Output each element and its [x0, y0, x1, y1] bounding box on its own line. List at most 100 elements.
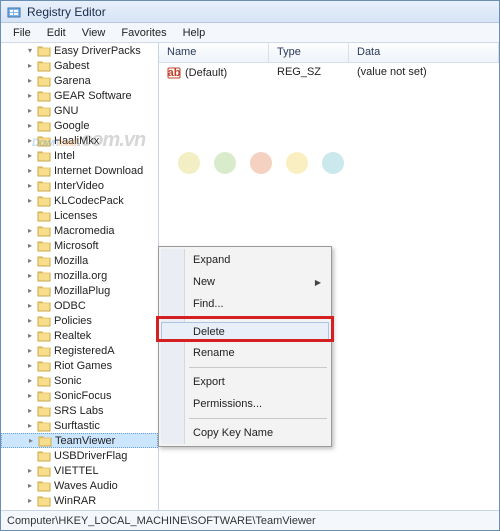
ctx-delete[interactable]: Delete: [161, 322, 329, 342]
expander-icon[interactable]: ▸: [25, 391, 35, 401]
folder-icon: [37, 45, 51, 57]
tree-item-registereda[interactable]: ▸RegisteredA: [1, 343, 158, 358]
tree-scrollview[interactable]: ▾Easy DriverPacks▸Gabest▸Garena▸GEAR Sof…: [1, 43, 158, 510]
folder-icon: [37, 285, 51, 297]
tree-item-label: KLCodecPack: [54, 195, 124, 207]
tree-item-macromedia[interactable]: ▸Macromedia: [1, 223, 158, 238]
titlebar[interactable]: Registry Editor: [1, 1, 499, 23]
folder-icon: [37, 165, 51, 177]
statusbar: Computer\HKEY_LOCAL_MACHINE\SOFTWARE\Tea…: [1, 510, 499, 530]
tree-item-riot-games[interactable]: ▸ Riot Games: [1, 358, 158, 373]
ctx-copy-key-name[interactable]: Copy Key Name: [161, 422, 329, 444]
tree-item-odbc[interactable]: ▸ODBC: [1, 298, 158, 313]
expander-icon[interactable]: ▸: [25, 286, 35, 296]
ctx-permissions[interactable]: Permissions...: [161, 393, 329, 415]
expander-icon[interactable]: ▸: [25, 346, 35, 356]
expander-icon[interactable]: ▸: [25, 61, 35, 71]
menu-favorites[interactable]: Favorites: [113, 25, 174, 41]
tree-item-gnu[interactable]: ▸GNU: [1, 103, 158, 118]
tree-item-srs-labs[interactable]: ▸SRS Labs: [1, 403, 158, 418]
tree-item-google[interactable]: ▸Google: [1, 118, 158, 133]
value-type: REG_SZ: [269, 65, 349, 81]
ctx-expand[interactable]: Expand: [161, 249, 329, 271]
expander-icon[interactable]: ▸: [25, 241, 35, 251]
list-row[interactable]: ab (Default) REG_SZ (value not set): [159, 63, 499, 83]
tree-item-label: TeamViewer: [55, 435, 115, 447]
tree-item-usbdriverflag[interactable]: USBDriverFlag: [1, 448, 158, 463]
expander-icon[interactable]: ▸: [25, 421, 35, 431]
expander-icon[interactable]: ▸: [25, 196, 35, 206]
tree-item-label: SonicFocus: [54, 390, 111, 402]
tree-item-teamviewer[interactable]: ▸ TeamViewer: [1, 433, 158, 448]
tree-item-sonicfocus[interactable]: ▸ SonicFocus: [1, 388, 158, 403]
expander-icon[interactable]: ▸: [25, 316, 35, 326]
expander-icon[interactable]: ▾: [25, 46, 35, 56]
expander-icon[interactable]: ▸: [25, 76, 35, 86]
tree-item-licenses[interactable]: Licenses: [1, 208, 158, 223]
tree-item-haalimkx[interactable]: ▸HaaliMkx: [1, 133, 158, 148]
ctx-rename[interactable]: Rename: [161, 342, 329, 364]
expander-icon[interactable]: ▸: [25, 406, 35, 416]
expander-icon[interactable]: [25, 211, 35, 221]
tree-item-gear-software[interactable]: ▸GEAR Software: [1, 88, 158, 103]
menu-edit[interactable]: Edit: [39, 25, 74, 41]
tree-item-wow6432node[interactable]: ▸WOW6432Node: [1, 508, 158, 510]
expander-icon[interactable]: ▸: [26, 436, 36, 446]
menu-help[interactable]: Help: [175, 25, 214, 41]
tree-item-intervideo[interactable]: ▸InterVideo: [1, 178, 158, 193]
tree-item-easy-driverpacks[interactable]: ▾Easy DriverPacks: [1, 43, 158, 58]
window-title: Registry Editor: [27, 5, 106, 19]
expander-icon[interactable]: ▸: [25, 271, 35, 281]
tree-item-gabest[interactable]: ▸Gabest: [1, 58, 158, 73]
tree-item-microsoft[interactable]: ▸ Microsoft: [1, 238, 158, 253]
ctx-export[interactable]: Export: [161, 371, 329, 393]
expander-icon[interactable]: ▸: [25, 91, 35, 101]
tree-item-label: mozilla.org: [54, 270, 107, 282]
expander-icon[interactable]: ▸: [25, 301, 35, 311]
expander-icon[interactable]: ▸: [25, 181, 35, 191]
tree-item-mozilla-org[interactable]: ▸ mozilla.org: [1, 268, 158, 283]
expander-icon[interactable]: ▸: [25, 226, 35, 236]
tree-item-sonic[interactable]: ▸ Sonic: [1, 373, 158, 388]
expander-icon[interactable]: ▸: [25, 136, 35, 146]
expander-icon[interactable]: ▸: [25, 481, 35, 491]
expander-icon[interactable]: ▸: [25, 466, 35, 476]
tree-item-mozillaplug[interactable]: ▸MozillaPlug: [1, 283, 158, 298]
tree-item-mozilla[interactable]: ▸Mozilla: [1, 253, 158, 268]
ctx-find[interactable]: Find...: [161, 293, 329, 315]
expander-icon[interactable]: [25, 451, 35, 461]
tree-item-realtek[interactable]: ▸Realtek: [1, 328, 158, 343]
value-name: (Default): [185, 67, 227, 79]
tree-item-klcodecpack[interactable]: ▸ KLCodecPack: [1, 193, 158, 208]
tree-item-internet-download[interactable]: ▸Internet Download: [1, 163, 158, 178]
expander-icon[interactable]: ▸: [25, 361, 35, 371]
tree-item-garena[interactable]: ▸Garena: [1, 73, 158, 88]
tree-item-intel[interactable]: ▸Intel: [1, 148, 158, 163]
folder-icon: [37, 240, 51, 252]
column-data[interactable]: Data: [349, 43, 499, 62]
tree-item-waves-audio[interactable]: ▸Waves Audio: [1, 478, 158, 493]
expander-icon[interactable]: ▸: [25, 121, 35, 131]
expander-icon[interactable]: ▸: [25, 166, 35, 176]
expander-icon[interactable]: ▸: [25, 376, 35, 386]
menu-file[interactable]: File: [5, 25, 39, 41]
tree-item-label: Riot Games: [54, 360, 112, 372]
tree-item-policies[interactable]: ▸Policies: [1, 313, 158, 328]
column-name[interactable]: Name: [159, 43, 269, 62]
tree-item-label: WOW6432Node: [54, 510, 134, 511]
tree-item-winrar[interactable]: ▸WinRAR: [1, 493, 158, 508]
menu-view[interactable]: View: [74, 25, 114, 41]
expander-icon[interactable]: ▸: [25, 106, 35, 116]
expander-icon[interactable]: ▸: [25, 331, 35, 341]
tree-item-label: Microsoft: [54, 240, 99, 252]
expander-icon[interactable]: ▸: [25, 496, 35, 506]
folder-icon: [37, 270, 51, 282]
expander-icon[interactable]: ▸: [25, 256, 35, 266]
ctx-new[interactable]: New: [161, 271, 329, 293]
tree-item-viettel[interactable]: ▸VIETTEL: [1, 463, 158, 478]
column-type[interactable]: Type: [269, 43, 349, 62]
tree-item-surftastic[interactable]: ▸Surftastic: [1, 418, 158, 433]
expander-icon[interactable]: ▸: [25, 151, 35, 161]
ctx-separator: [189, 418, 327, 419]
tree-item-label: Sonic: [54, 375, 82, 387]
